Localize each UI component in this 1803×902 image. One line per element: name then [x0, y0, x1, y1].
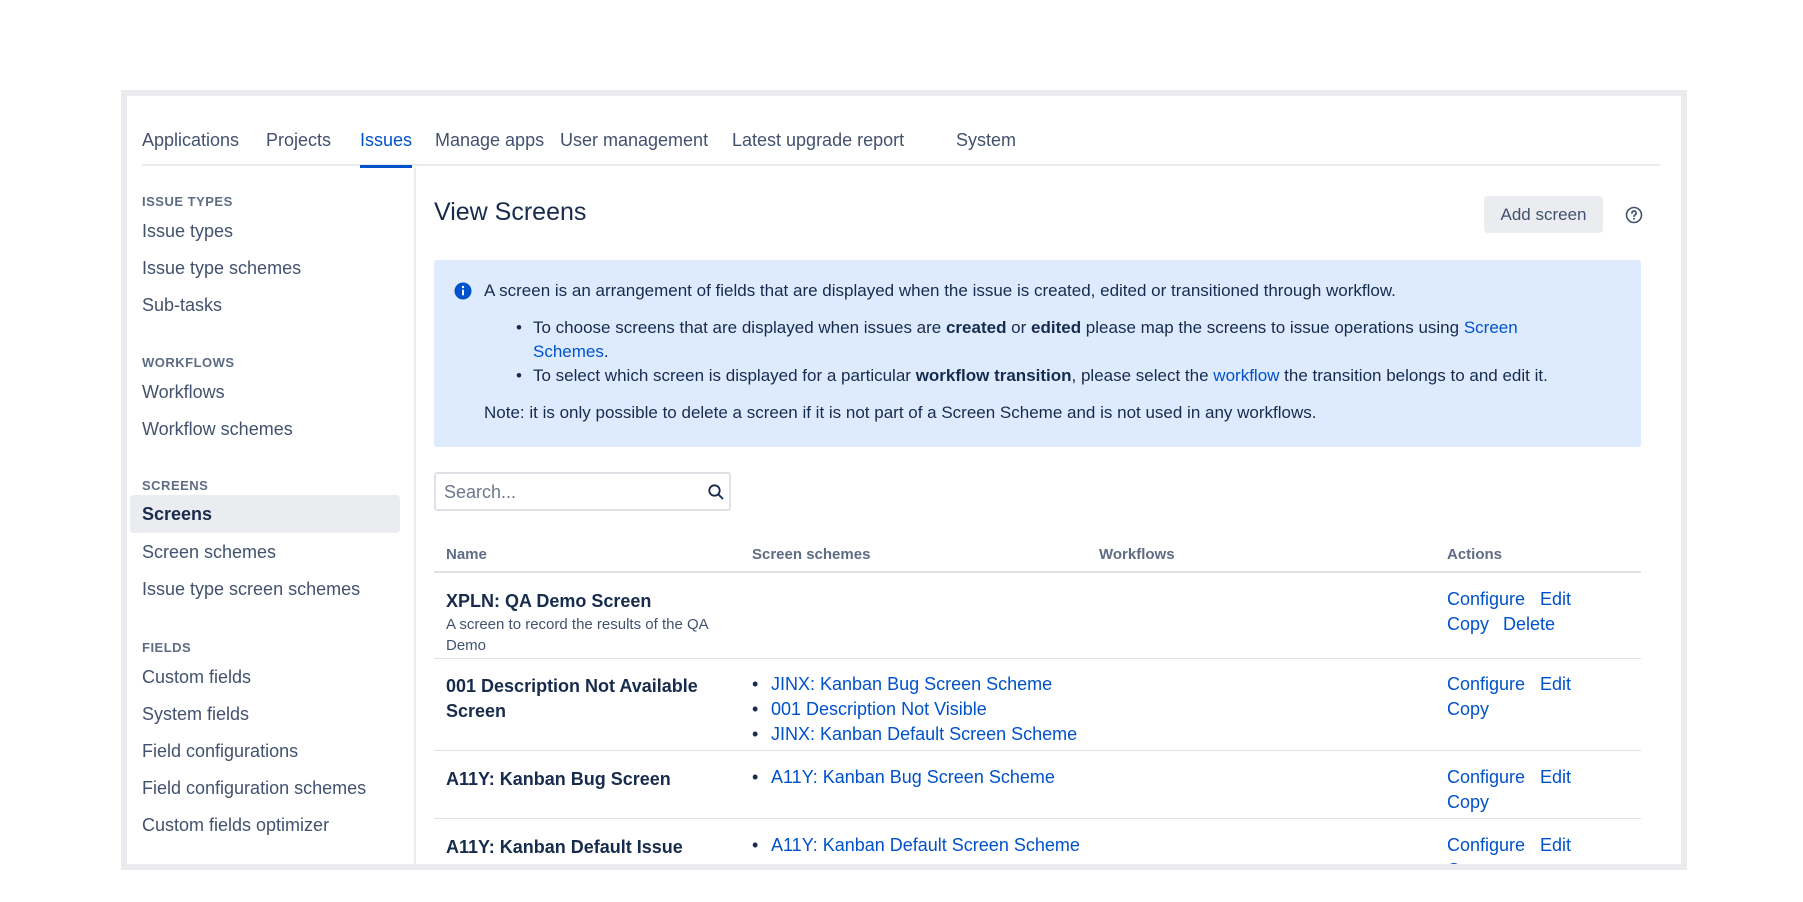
tab-issues[interactable]: Issues: [360, 130, 413, 168]
sidebar-item-custom-fields-optimizer[interactable]: Custom fields optimizer: [142, 815, 329, 836]
row-divider: [434, 750, 1641, 751]
copy-link[interactable]: Copy: [1447, 792, 1489, 813]
screen-scheme-link[interactable]: JINX: Kanban Bug Screen Scheme: [752, 674, 1052, 695]
edit-link[interactable]: Edit: [1540, 835, 1571, 856]
screen-name: A11Y: Kanban Bug Screen: [446, 769, 671, 789]
help-icon[interactable]: [1625, 206, 1643, 224]
tab-applications[interactable]: Applications: [142, 130, 239, 166]
configure-link[interactable]: Configure: [1447, 589, 1525, 610]
row-divider: [434, 658, 1641, 659]
column-header-actions: Actions: [1447, 546, 1503, 563]
sidebar-heading-fields: FIELDS: [142, 640, 192, 655]
search-icon[interactable]: [707, 483, 725, 501]
sidebar-item-issue-type-screen-schemes[interactable]: Issue type screen schemes: [142, 579, 360, 600]
main-content: View Screens Add screen A screen is an a…: [434, 168, 1643, 864]
screen-name: 001 Description Not Available: [446, 676, 698, 696]
sidebar-item-workflows[interactable]: Workflows: [142, 382, 225, 403]
search-box: [434, 472, 731, 511]
tab-system[interactable]: System: [956, 130, 1016, 166]
sidebar-item-system-fields[interactable]: System fields: [142, 704, 249, 725]
info-icon: [454, 282, 472, 300]
row-divider: [434, 818, 1641, 819]
delete-link[interactable]: Delete: [1503, 614, 1555, 635]
screen-name-continued: Screen: [446, 701, 507, 721]
info-note: Note: it is only possible to delete a sc…: [484, 403, 1317, 422]
configure-link[interactable]: Configure: [1447, 835, 1525, 856]
edit-link[interactable]: Edit: [1540, 674, 1571, 695]
screen-scheme-link[interactable]: A11Y: Kanban Default Screen Scheme: [752, 835, 1080, 856]
info-bullet-create-edit-continued: Schemes.: [533, 342, 609, 361]
screen-schemes-link[interactable]: Screen: [1464, 318, 1518, 337]
sidebar: ISSUE TYPES Issue types Issue type schem…: [127, 168, 416, 864]
sidebar-heading-workflows: WORKFLOWS: [142, 355, 235, 370]
screen-description-continued: Demo: [446, 637, 487, 654]
edit-link[interactable]: Edit: [1540, 767, 1571, 788]
sidebar-heading-screens: SCREENS: [142, 478, 209, 493]
sidebar-item-field-configurations[interactable]: Field configurations: [142, 741, 298, 762]
tab-latest-upgrade-report[interactable]: Latest upgrade report: [732, 130, 904, 166]
sidebar-item-screens[interactable]: Screens: [130, 495, 400, 533]
screen-scheme-link[interactable]: 001 Description Not Visible: [752, 699, 987, 720]
search-input[interactable]: [444, 481, 694, 503]
sidebar-item-sub-tasks[interactable]: Sub-tasks: [142, 295, 222, 316]
tab-manage-apps[interactable]: Manage apps: [435, 130, 544, 166]
tab-user-management[interactable]: User management: [560, 130, 708, 166]
info-message: A screen is an arrangement of fields tha…: [434, 260, 1641, 447]
screen-name-continued: Screen: [446, 860, 726, 864]
column-header-name[interactable]: Name: [446, 546, 487, 563]
page-title: View Screens: [434, 198, 587, 226]
copy-link[interactable]: Copy: [1447, 860, 1489, 864]
tab-projects[interactable]: Projects: [266, 130, 331, 166]
copy-link[interactable]: Copy: [1447, 699, 1489, 720]
configure-link[interactable]: Configure: [1447, 674, 1525, 695]
edit-link[interactable]: Edit: [1540, 589, 1571, 610]
sidebar-heading-issue-types: ISSUE TYPES: [142, 194, 233, 209]
column-header-screen-schemes: Screen schemes: [752, 546, 871, 563]
configure-link[interactable]: Configure: [1447, 767, 1525, 788]
screen-name: A11Y: Kanban Default Issue: [446, 837, 683, 857]
sidebar-item-field-configuration-schemes[interactable]: Field configuration schemes: [142, 778, 366, 799]
sidebar-item-workflow-schemes[interactable]: Workflow schemes: [142, 419, 293, 440]
add-screen-button[interactable]: Add screen: [1484, 196, 1603, 233]
sidebar-item-screen-schemes[interactable]: Screen schemes: [142, 542, 276, 563]
info-bullet-workflow-transition: To select which screen is displayed for …: [516, 366, 1548, 386]
screen-description: A screen to record the results of the QA: [446, 616, 709, 633]
sidebar-item-custom-fields[interactable]: Custom fields: [142, 667, 251, 688]
screen-scheme-link[interactable]: A11Y: Kanban Bug Screen Scheme: [752, 767, 1055, 788]
sidebar-item-issue-type-schemes[interactable]: Issue type schemes: [142, 258, 301, 279]
admin-top-nav: Applications Projects Issues Manage apps…: [142, 96, 1660, 168]
screen-name: XPLN: QA Demo Screen: [446, 591, 652, 611]
admin-frame: Applications Projects Issues Manage apps…: [121, 90, 1687, 870]
column-header-workflows: Workflows: [1099, 546, 1175, 563]
info-intro: A screen is an arrangement of fields tha…: [484, 281, 1396, 300]
sidebar-item-issue-types[interactable]: Issue types: [142, 221, 233, 242]
screen-scheme-link[interactable]: JINX: Kanban Default Screen Scheme: [752, 724, 1077, 745]
copy-link[interactable]: Copy: [1447, 614, 1489, 635]
workflow-link[interactable]: workflow: [1213, 366, 1279, 385]
table-header-divider: [434, 571, 1641, 573]
screen-schemes-link-continued[interactable]: Schemes: [533, 342, 604, 361]
info-bullet-create-edit: To choose screens that are displayed whe…: [516, 318, 1518, 338]
